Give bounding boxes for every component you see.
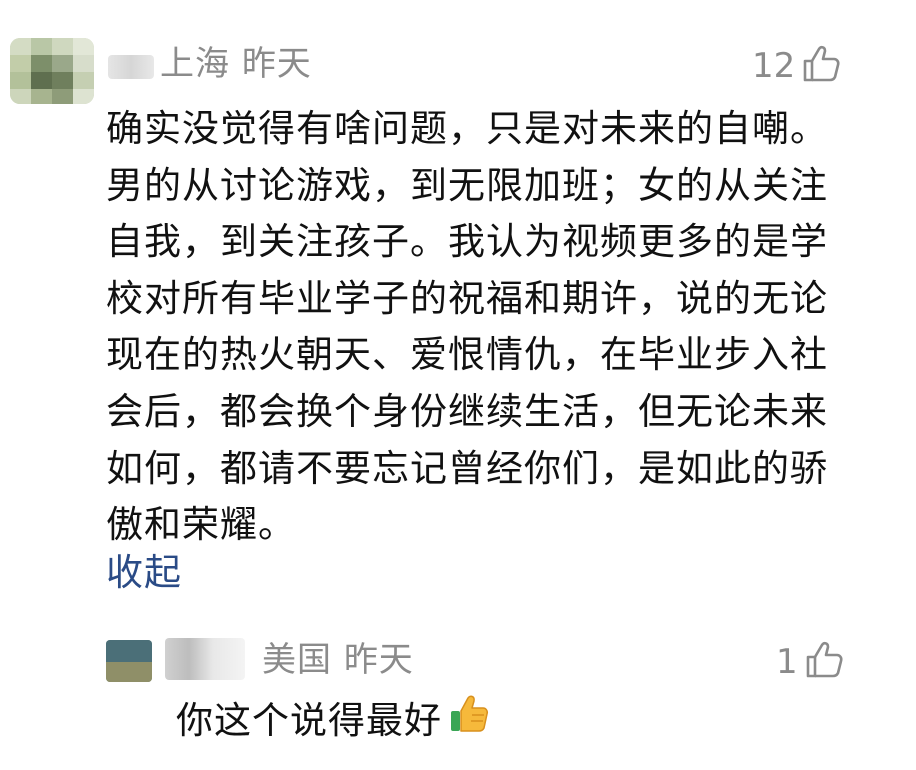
reply-text-row: 你这个说得最好 <box>176 693 490 748</box>
collapse-link[interactable]: 收起 <box>106 545 182 601</box>
comment-meta: 上海 昨天 <box>160 44 312 84</box>
reply-username-blurred[interactable] <box>165 638 245 680</box>
thumbs-up-outline-icon <box>801 44 841 88</box>
reply-like-button[interactable]: 1 <box>776 640 844 684</box>
like-button[interactable]: 12 <box>752 44 841 88</box>
comment-time: 昨天 <box>241 44 312 84</box>
comment-location: 上海 <box>160 44 230 84</box>
reply-like-count: 1 <box>776 642 798 682</box>
comment-text: 确实没觉得有啥问题，只是对未来的自嘲。 男的从讨论游戏，到无限加班；女的从关注 … <box>106 107 828 547</box>
thumbs-up-outline-icon <box>804 640 844 684</box>
reply-time: 昨天 <box>343 640 414 680</box>
username-blurred[interactable] <box>108 55 154 79</box>
thumbs-up-emoji-icon <box>448 693 490 748</box>
reply-avatar[interactable] <box>106 640 152 682</box>
avatar[interactable] <box>10 38 94 104</box>
reply-meta: 美国 昨天 <box>262 640 414 680</box>
reply-text: 你这个说得最好 <box>176 698 442 742</box>
reply-location: 美国 <box>262 640 332 680</box>
like-count: 12 <box>752 46 796 86</box>
